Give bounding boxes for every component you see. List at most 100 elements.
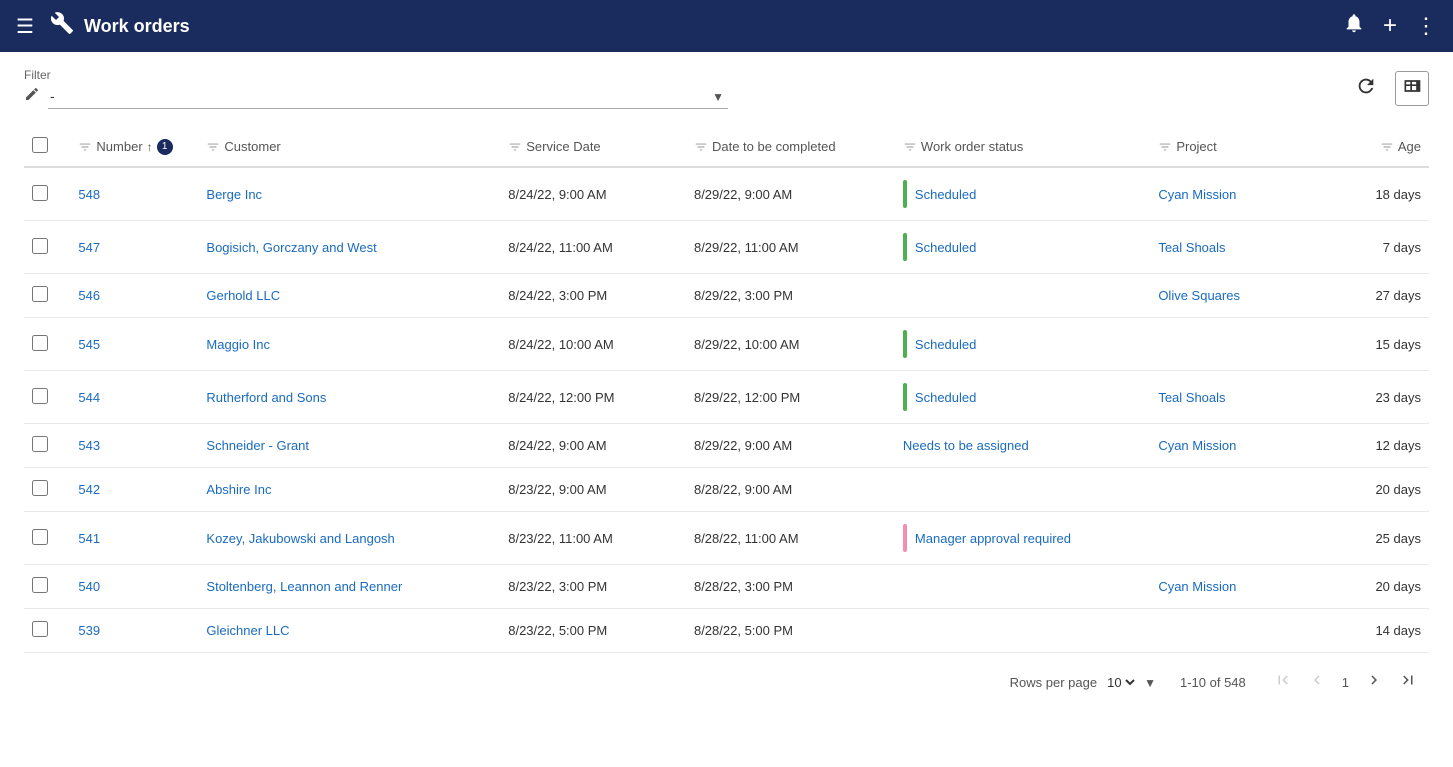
customer-link[interactable]: Abshire Inc: [206, 482, 271, 497]
page-title: Work orders: [84, 16, 1343, 37]
select-all-checkbox[interactable]: [32, 137, 48, 153]
project-cell: [1150, 318, 1336, 371]
customer-link[interactable]: Bogisich, Gorczany and West: [206, 240, 376, 255]
notifications-icon[interactable]: [1343, 12, 1365, 40]
filter-label: Filter: [24, 68, 728, 82]
status-cell: [895, 468, 1150, 512]
row-checkbox[interactable]: [32, 388, 48, 404]
row-checkbox[interactable]: [32, 436, 48, 452]
col-number[interactable]: Number ↑ 1: [70, 127, 198, 167]
status-cell: Scheduled: [895, 167, 1150, 221]
table-row: 546Gerhold LLC8/24/22, 3:00 PM8/29/22, 3…: [24, 274, 1429, 318]
row-checkbox[interactable]: [32, 621, 48, 637]
prev-page-button[interactable]: [1304, 669, 1330, 696]
work-order-number-link[interactable]: 540: [78, 579, 100, 594]
work-orders-table: Number ↑ 1 Customer Service Date: [24, 127, 1429, 653]
age-cell: 23 days: [1336, 371, 1429, 424]
status-bar-indicator: [903, 330, 907, 358]
customer-link[interactable]: Maggio Inc: [206, 337, 270, 352]
customer-link[interactable]: Gleichner LLC: [206, 623, 289, 638]
table-row: 540Stoltenberg, Leannon and Renner8/23/2…: [24, 565, 1429, 609]
customer-link[interactable]: Stoltenberg, Leannon and Renner: [206, 579, 402, 594]
customer-link[interactable]: Berge Inc: [206, 187, 262, 202]
col-age[interactable]: Age: [1336, 127, 1429, 167]
work-order-number-link[interactable]: 539: [78, 623, 100, 638]
work-order-number-link[interactable]: 547: [78, 240, 100, 255]
nav-actions: + ⋮: [1343, 12, 1437, 40]
status-link[interactable]: Scheduled: [915, 337, 976, 352]
refresh-button[interactable]: [1351, 71, 1381, 107]
date-complete-cell: 8/29/22, 10:00 AM: [686, 318, 895, 371]
last-page-button[interactable]: [1395, 669, 1421, 696]
project-link[interactable]: Cyan Mission: [1158, 579, 1236, 594]
customer-link[interactable]: Schneider - Grant: [206, 438, 309, 453]
customer-link[interactable]: Gerhold LLC: [206, 288, 280, 303]
filter-edit-icon[interactable]: [24, 86, 40, 107]
col-status[interactable]: Work order status: [895, 127, 1150, 167]
project-link[interactable]: Teal Shoals: [1158, 240, 1225, 255]
status-link[interactable]: Scheduled: [915, 187, 976, 202]
col-customer[interactable]: Customer: [198, 127, 500, 167]
row-checkbox[interactable]: [32, 577, 48, 593]
project-link[interactable]: Olive Squares: [1158, 288, 1240, 303]
col-service-date-label: Service Date: [526, 139, 600, 154]
status-cell: Scheduled: [895, 221, 1150, 274]
age-cell: 7 days: [1336, 221, 1429, 274]
status-link[interactable]: Needs to be assigned: [903, 438, 1029, 453]
age-cell: 27 days: [1336, 274, 1429, 318]
row-checkbox[interactable]: [32, 238, 48, 254]
project-link[interactable]: Teal Shoals: [1158, 390, 1225, 405]
status-cell: Scheduled: [895, 318, 1150, 371]
row-checkbox[interactable]: [32, 335, 48, 351]
filter-bar: Filter - ▼: [24, 68, 1429, 109]
add-icon[interactable]: +: [1383, 12, 1397, 40]
rows-per-page-select[interactable]: 10 25 50: [1103, 674, 1138, 691]
status-cell: [895, 565, 1150, 609]
customer-link[interactable]: Kozey, Jakubowski and Langosh: [206, 531, 394, 546]
sort-asc-icon: ↑: [147, 140, 153, 154]
first-page-button[interactable]: [1270, 669, 1296, 696]
service-date-cell: 8/24/22, 11:00 AM: [500, 221, 686, 274]
work-order-number-link[interactable]: 546: [78, 288, 100, 303]
project-link[interactable]: Cyan Mission: [1158, 438, 1236, 453]
date-complete-cell: 8/29/22, 3:00 PM: [686, 274, 895, 318]
filter-select[interactable]: -: [48, 84, 728, 109]
table-row: 543Schneider - Grant8/24/22, 9:00 AM8/29…: [24, 424, 1429, 468]
col-status-label: Work order status: [921, 139, 1023, 154]
next-page-button[interactable]: [1361, 669, 1387, 696]
work-order-number-link[interactable]: 541: [78, 531, 100, 546]
menu-icon[interactable]: ☰: [16, 14, 34, 39]
work-order-number-link[interactable]: 545: [78, 337, 100, 352]
work-order-number-link[interactable]: 543: [78, 438, 100, 453]
row-checkbox[interactable]: [32, 286, 48, 302]
date-complete-cell: 8/28/22, 9:00 AM: [686, 468, 895, 512]
status-link[interactable]: Scheduled: [915, 240, 976, 255]
customer-link[interactable]: Rutherford and Sons: [206, 390, 326, 405]
service-date-cell: 8/24/22, 12:00 PM: [500, 371, 686, 424]
project-cell: Teal Shoals: [1150, 371, 1336, 424]
col-date-complete-label: Date to be completed: [712, 139, 836, 154]
col-service-date[interactable]: Service Date: [500, 127, 686, 167]
row-checkbox[interactable]: [32, 480, 48, 496]
col-customer-label: Customer: [224, 139, 280, 154]
service-date-cell: 8/24/22, 9:00 AM: [500, 424, 686, 468]
layout-button[interactable]: [1395, 71, 1429, 106]
col-date-complete[interactable]: Date to be completed: [686, 127, 895, 167]
more-options-icon[interactable]: ⋮: [1415, 13, 1437, 39]
rows-per-page-label: Rows per page: [1010, 675, 1097, 690]
project-cell: Cyan Mission: [1150, 424, 1336, 468]
row-checkbox[interactable]: [32, 185, 48, 201]
rows-chevron-icon: ▼: [1144, 676, 1156, 690]
work-order-number-link[interactable]: 548: [78, 187, 100, 202]
status-link[interactable]: Manager approval required: [915, 531, 1071, 546]
date-complete-cell: 8/28/22, 5:00 PM: [686, 609, 895, 653]
work-order-number-link[interactable]: 542: [78, 482, 100, 497]
row-checkbox[interactable]: [32, 529, 48, 545]
age-cell: 20 days: [1336, 565, 1429, 609]
work-order-number-link[interactable]: 544: [78, 390, 100, 405]
col-age-label: Age: [1398, 139, 1421, 154]
age-cell: 12 days: [1336, 424, 1429, 468]
project-link[interactable]: Cyan Mission: [1158, 187, 1236, 202]
col-project[interactable]: Project: [1150, 127, 1336, 167]
status-link[interactable]: Scheduled: [915, 390, 976, 405]
